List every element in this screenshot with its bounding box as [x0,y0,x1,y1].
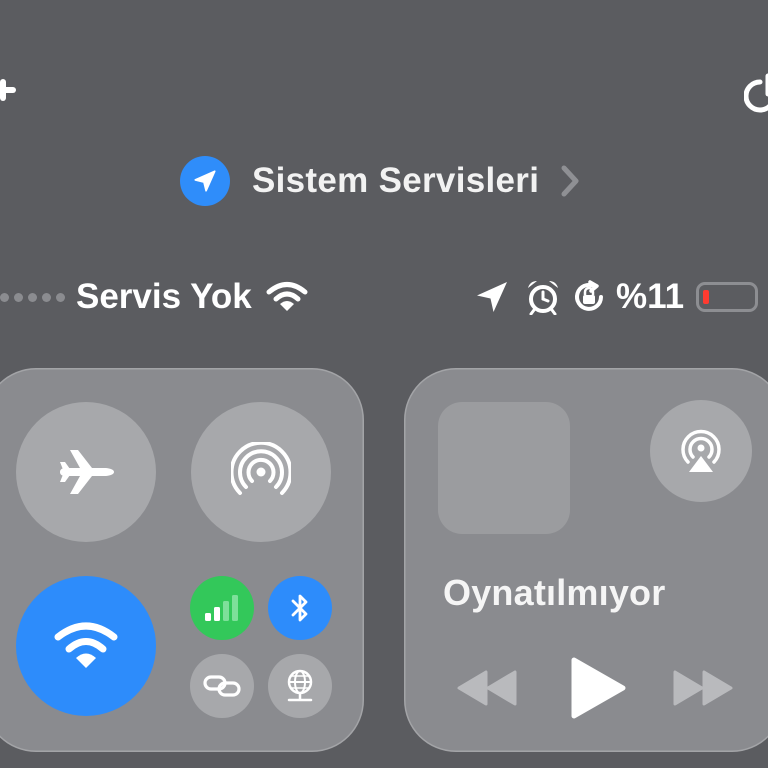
add-button[interactable] [0,70,18,110]
signal-dot [42,292,51,302]
rewind-icon [457,670,517,706]
play-icon [571,657,626,719]
rewind-button[interactable] [456,668,518,708]
chevron-right-icon [561,165,579,197]
system-services-row[interactable]: Sistem Servisleri [180,156,581,206]
wifi-icon [266,282,308,311]
status-bar-right: %11 [474,274,759,320]
personal-hotspot-toggle[interactable] [190,654,254,718]
signal-dot [14,292,23,302]
rotation-lock-icon [575,280,603,311]
alarm-icon [528,281,558,315]
globe-network-icon [287,669,313,702]
location-arrow-icon [477,282,507,312]
airdrop-icon [231,442,291,495]
airplay-audio-icon [681,429,721,472]
signal-dot [28,292,37,302]
battery-icon [696,282,759,312]
location-services-badge [180,156,230,206]
location-arrow-icon [194,170,216,192]
power-button[interactable] [743,70,768,114]
bluetooth-toggle[interactable] [268,576,332,640]
link-icon [203,675,241,697]
signal-dot [56,292,65,302]
battery-level-fill [703,290,710,304]
power-icon [743,73,768,113]
airplay-button[interactable] [650,400,752,502]
system-services-label: Sistem Servisleri [252,161,540,200]
airplane-icon [60,450,114,494]
airplane-mode-toggle[interactable] [16,402,156,542]
status-bar-left: Servis Yok [0,274,308,320]
fast-forward-icon [673,670,733,706]
vpn-toggle[interactable] [268,654,332,718]
album-artwork-placeholder [438,402,570,534]
plus-icon [0,79,16,101]
wifi-toggle[interactable] [16,576,156,716]
fast-forward-button[interactable] [672,668,734,708]
bluetooth-icon [291,594,308,622]
cellular-bars-icon [205,595,238,621]
wifi-icon [54,622,118,668]
cellular-data-toggle[interactable] [190,576,254,640]
battery-percentage: %11 [616,277,685,316]
carrier-label: Servis Yok [76,277,252,316]
airdrop-toggle[interactable] [191,402,331,542]
play-button[interactable] [568,656,628,720]
now-playing-title: Oynatılmıyor [443,572,666,613]
signal-dot [0,292,9,302]
